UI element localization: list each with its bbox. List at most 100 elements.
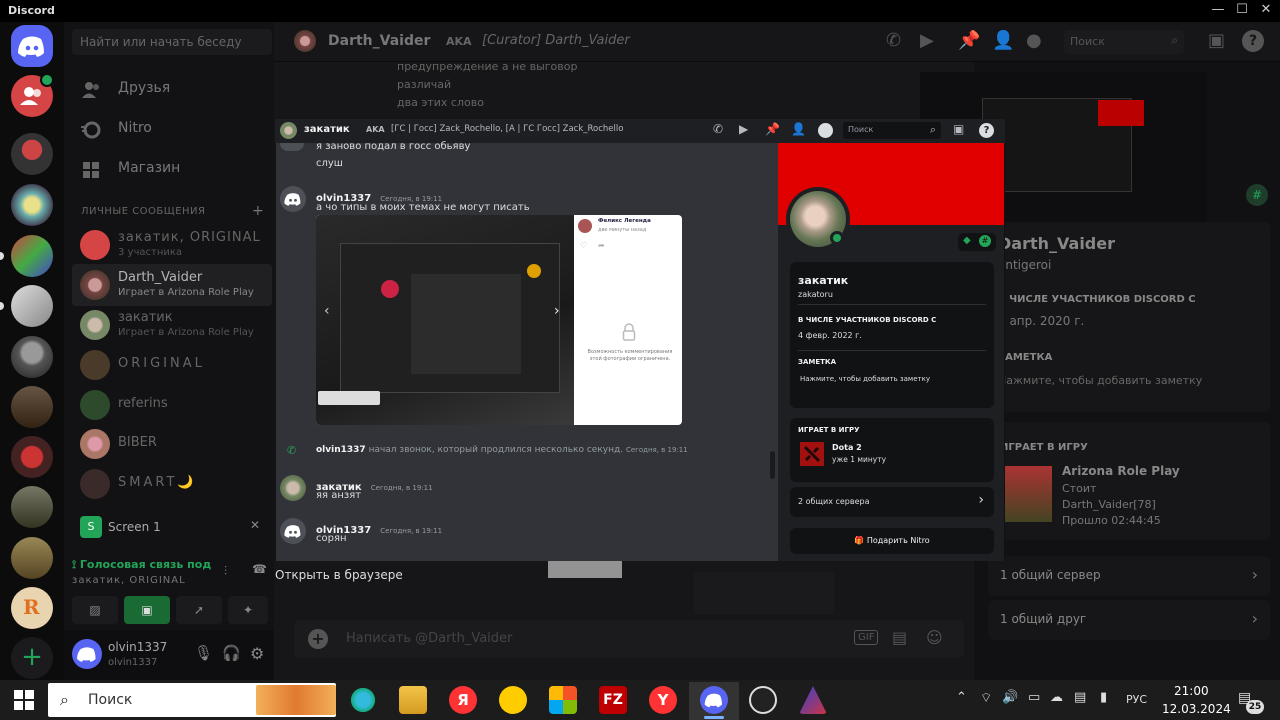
yandex-market-icon[interactable] xyxy=(499,686,527,714)
emoji-icon[interactable]: ☺ xyxy=(926,628,943,647)
voice-call-icon[interactable]: ✆ xyxy=(886,30,901,51)
settings-icon[interactable]: ⚙ xyxy=(250,644,264,663)
video-call-icon[interactable]: ▶ xyxy=(739,122,748,136)
find-conversation-input[interactable]: Найти или начать беседу xyxy=(72,29,272,55)
yandex-browser-icon[interactable]: Я xyxy=(449,686,477,714)
inbox-icon[interactable]: ▣ xyxy=(953,122,964,136)
screen-share-button[interactable]: ▣ xyxy=(124,596,170,624)
server-avatar-4[interactable] xyxy=(11,285,53,327)
help-icon[interactable]: ? xyxy=(1242,30,1264,52)
discord-taskbar-icon[interactable] xyxy=(700,686,728,714)
volume-icon[interactable]: 🔊 xyxy=(1002,690,1018,705)
active-developer-icon[interactable]: # xyxy=(979,235,991,247)
server-avatar-7[interactable] xyxy=(11,436,53,478)
activity-button[interactable]: ➚ xyxy=(176,596,222,624)
wifi-icon[interactable]: ⌔ xyxy=(980,690,992,706)
dm-item[interactable]: ORIGINAL xyxy=(72,344,272,386)
microphone-icon[interactable]: 🎙 xyxy=(194,644,213,662)
soundboard-button[interactable]: ✦ xyxy=(228,596,268,624)
header-search-input[interactable]: Поиск ⌕ xyxy=(1064,30,1184,54)
server-avatar-2[interactable] xyxy=(11,184,53,226)
battery-icon[interactable]: ▮ xyxy=(1100,690,1107,705)
nav-friends[interactable]: Друзья xyxy=(80,74,270,106)
bg-mutual-servers[interactable]: 1 общий сервер › xyxy=(988,556,1270,596)
help-icon[interactable]: ? xyxy=(979,123,994,138)
add-friend-icon[interactable]: 👤 xyxy=(992,30,1014,51)
server-avatar-9[interactable] xyxy=(11,537,53,579)
hypesquad-icon[interactable]: ◆ xyxy=(963,235,971,246)
add-friend-icon[interactable]: 👤 xyxy=(791,122,806,136)
dm-item[interactable]: закатик, ORIGINAL 3 участника xyxy=(72,224,272,266)
pin-icon[interactable]: 📌 xyxy=(958,30,980,51)
camera-off-button[interactable]: ▨ xyxy=(72,596,118,624)
image-embed[interactable]: ‹ › Феликс Легенда две минуты назад ♡ ➦ … xyxy=(316,215,682,425)
user-profile-icon[interactable] xyxy=(818,123,833,138)
taskbar-search[interactable]: ⌕ Поиск xyxy=(48,683,336,717)
dm-item-selected[interactable]: Darth_Vaider Играет в Arizona Role Play xyxy=(72,264,272,306)
voice-call-icon[interactable]: ✆ xyxy=(713,122,723,136)
bg-mutual-friends[interactable]: 1 общий друг › xyxy=(988,600,1270,640)
headphones-icon[interactable]: 🎧 xyxy=(222,644,241,662)
pin-icon[interactable]: 📌 xyxy=(765,122,780,136)
user-avatar[interactable] xyxy=(72,639,102,669)
server-avatar-5[interactable] xyxy=(11,336,53,378)
windows-start-icon[interactable] xyxy=(14,690,34,714)
close-stream-icon[interactable]: ✕ xyxy=(250,518,260,532)
onedrive-icon[interactable]: ☁ xyxy=(1050,690,1063,705)
sticker-icon[interactable]: ▤ xyxy=(892,628,907,647)
clock-time[interactable]: 21:00 xyxy=(1174,684,1209,698)
noise-icon[interactable]: ⫶ xyxy=(224,564,227,579)
server-avatar-8[interactable] xyxy=(11,486,53,528)
home-button[interactable] xyxy=(11,25,53,67)
dm-item[interactable]: закатик Играет в Arizona Role Play xyxy=(72,304,272,346)
server-avatar-1[interactable] xyxy=(11,133,53,175)
minimize-button[interactable]: — xyxy=(1208,2,1228,20)
mutual-servers-button[interactable]: 2 общих сервера › xyxy=(790,487,994,517)
dm-item[interactable]: referins xyxy=(72,384,272,426)
device-icon[interactable]: ▭ xyxy=(1028,690,1040,705)
screen-share-item[interactable]: S Screen 1 ✕ xyxy=(72,512,274,544)
obs-icon[interactable] xyxy=(749,686,777,714)
open-in-browser-link[interactable]: Открыть в браузере xyxy=(275,568,403,582)
dm-item[interactable]: BIBER xyxy=(72,423,272,465)
note-label: ЗАМЕТКА xyxy=(798,358,837,366)
chevron-up-icon[interactable]: ⌃ xyxy=(956,690,967,705)
create-dm-button[interactable]: + xyxy=(252,203,264,219)
gift-nitro-button[interactable]: 🎁 Подарить Nitro xyxy=(790,528,994,554)
gift-nitro-label: 🎁 Подарить Nitro xyxy=(790,536,994,545)
nav-nitro[interactable]: Nitro xyxy=(80,114,270,146)
share-icon[interactable]: ➦ xyxy=(598,241,605,250)
dm-item[interactable]: SMART🌙 xyxy=(72,463,272,505)
nav-shop[interactable]: Магазин xyxy=(80,154,270,186)
language-indicator[interactable]: РУС xyxy=(1126,693,1147,706)
attach-icon[interactable]: + xyxy=(308,629,328,649)
bg-note-input[interactable]: Нажмите, чтобы добавить заметку xyxy=(998,374,1202,387)
edge-icon[interactable] xyxy=(349,686,377,714)
inbox-icon[interactable]: ▣ xyxy=(1208,30,1225,51)
user-profile-icon[interactable]: ● xyxy=(1026,30,1042,51)
server-avatar-6[interactable] xyxy=(11,386,53,428)
clock-date[interactable]: 12.03.2024 xyxy=(1162,702,1231,716)
call-author[interactable]: olvin1337 xyxy=(316,445,366,455)
note-input[interactable]: Нажмите, чтобы добавить заметку xyxy=(800,375,930,383)
filezilla-icon[interactable]: FZ xyxy=(599,686,627,714)
disconnect-icon[interactable]: ☎ xyxy=(252,562,267,576)
voice-connection-panel: ⟟ Голосовая связь под закатик, ORIGINAL … xyxy=(64,550,274,630)
close-button[interactable]: ✕ xyxy=(1256,2,1276,20)
popup-search-input[interactable]: Поиск ⌕ xyxy=(843,122,941,139)
prev-arrow-icon[interactable]: ‹ xyxy=(324,303,330,319)
scrollbar-thumb[interactable] xyxy=(770,451,775,479)
like-icon[interactable]: ♡ xyxy=(580,241,587,250)
add-server-icon[interactable]: + xyxy=(11,637,53,679)
microsoft-store-icon[interactable] xyxy=(549,686,577,714)
video-call-icon[interactable]: ▶ xyxy=(920,30,934,51)
yandex-icon[interactable]: Y xyxy=(649,686,677,714)
gif-icon[interactable]: GIF xyxy=(854,630,879,645)
next-arrow-icon[interactable]: › xyxy=(554,303,560,319)
tray-app-icon[interactable]: ▤ xyxy=(1074,690,1086,705)
server-avatar-10[interactable]: R xyxy=(11,587,53,629)
message-composer[interactable]: + Написать @Darth_Vaider GIF ▤ ☺ xyxy=(294,620,964,658)
file-explorer-icon[interactable] xyxy=(399,686,427,714)
maximize-button[interactable]: ☐ xyxy=(1232,2,1252,20)
server-avatar-3[interactable] xyxy=(11,235,53,277)
